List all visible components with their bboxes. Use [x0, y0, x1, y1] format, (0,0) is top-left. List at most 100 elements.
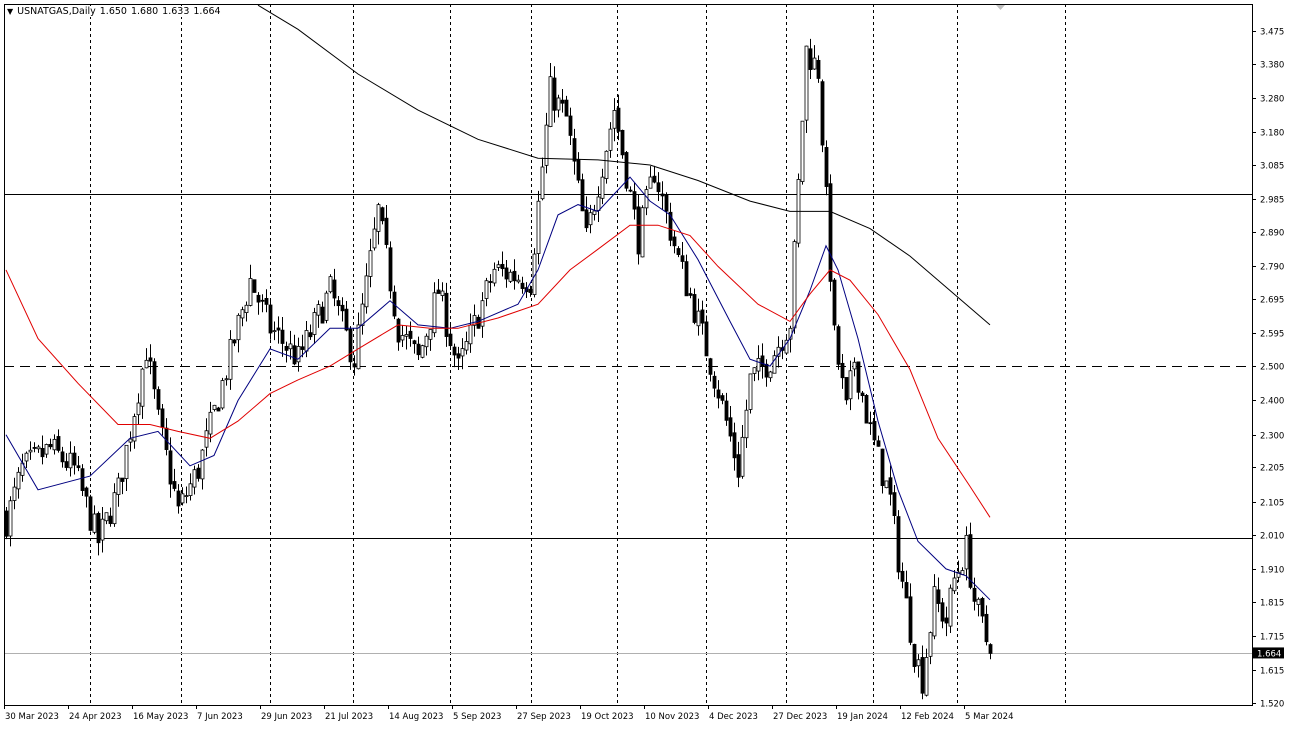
- candle-bull: [113, 493, 116, 524]
- price-chart[interactable]: 3.4753.3803.2803.1803.0852.9852.8902.790…: [0, 0, 1293, 729]
- candle-bull: [317, 305, 320, 316]
- candle-bull: [205, 431, 208, 447]
- candle-bull: [813, 58, 816, 69]
- candle-bear: [873, 421, 876, 440]
- candle-bull: [289, 344, 292, 349]
- candle-bull: [369, 251, 372, 277]
- candle-bear: [845, 377, 848, 399]
- candle-bear: [341, 305, 344, 310]
- candle-bull: [469, 325, 472, 344]
- candle-bull: [53, 439, 56, 449]
- candle-bear: [257, 295, 260, 302]
- candle-bear: [633, 192, 636, 210]
- candle-bull: [29, 450, 32, 452]
- candle-bull: [273, 331, 276, 332]
- candle-bear: [685, 262, 688, 296]
- candle-bull: [117, 478, 120, 494]
- ohlc-high: 1.680: [131, 6, 158, 17]
- candle-bear: [989, 645, 992, 654]
- candle-bear: [529, 289, 532, 292]
- y-tick-label: 3.380: [1260, 61, 1284, 71]
- candle-bear: [897, 517, 900, 572]
- y-tick-label: 1.910: [1260, 566, 1284, 576]
- candle-bull: [69, 453, 72, 468]
- chart-title: ▼ USNATGAS,Daily 1.650 1.680 1.633 1.664: [7, 6, 221, 17]
- candle-bull: [189, 484, 192, 496]
- candle-bear: [437, 290, 440, 294]
- candle-bear: [261, 300, 264, 301]
- candle-bull: [965, 535, 968, 569]
- candle-bear: [381, 208, 384, 221]
- y-tick-label: 2.300: [1260, 432, 1284, 442]
- candle-bull: [649, 177, 652, 188]
- candle-bear: [389, 248, 392, 291]
- candle-bear: [77, 466, 80, 468]
- candle-bear: [621, 130, 624, 154]
- candle-bear: [281, 330, 284, 343]
- x-tick-label: 10 Nov 2023: [645, 712, 699, 722]
- candle-bull: [541, 167, 544, 199]
- candle-bear: [413, 341, 416, 344]
- x-tick-label: 27 Sep 2023: [517, 712, 571, 722]
- candle-bull: [429, 330, 432, 340]
- x-tick-label: 24 Apr 2023: [69, 712, 122, 722]
- candle-bear: [945, 618, 948, 623]
- candle-bull: [493, 269, 496, 283]
- candle-bear: [253, 280, 256, 293]
- candle-bull: [697, 311, 700, 326]
- candle-bull: [801, 121, 804, 181]
- candle-bear: [5, 511, 8, 536]
- candle-bear: [197, 468, 200, 478]
- x-tick-label: 7 Jun 2023: [197, 712, 243, 722]
- y-tick-label: 2.985: [1260, 196, 1284, 206]
- candle-bull: [929, 633, 932, 657]
- candle-bull: [237, 315, 240, 339]
- candle-bull: [949, 588, 952, 626]
- candle-bear: [913, 644, 916, 666]
- candle-bear: [941, 603, 944, 621]
- candle-bull: [749, 374, 752, 410]
- candle-bear: [301, 347, 304, 350]
- candle-bear: [385, 218, 388, 244]
- candle-bear: [701, 310, 704, 323]
- candle-bull: [101, 519, 104, 540]
- candle-bull: [245, 305, 248, 312]
- candle-bear: [673, 237, 676, 246]
- candle-bear: [665, 194, 668, 211]
- ohlc-open: 1.650: [100, 6, 127, 17]
- y-tick-label: 2.010: [1260, 532, 1284, 542]
- candle-bear: [809, 49, 812, 70]
- candle-bull: [425, 336, 428, 346]
- candle-bear: [681, 256, 684, 262]
- candle-bear: [501, 264, 504, 268]
- candle-bull: [613, 110, 616, 128]
- candle-bull: [365, 276, 368, 307]
- candles-group: [5, 5, 992, 699]
- candle-bear: [909, 597, 912, 643]
- candle-bull: [377, 205, 380, 232]
- x-tick-label: 30 Mar 2023: [5, 712, 59, 722]
- candle-bear: [233, 340, 236, 343]
- candle-bear: [973, 588, 976, 601]
- x-tick-label: 27 Dec 2023: [773, 712, 827, 722]
- candle-bull: [485, 281, 488, 299]
- candle-bull: [805, 46, 808, 120]
- candle-bear: [565, 100, 568, 116]
- x-tick-label: 19 Jan 2024: [837, 712, 888, 722]
- candle-bull: [249, 278, 252, 305]
- candle-bear: [761, 356, 764, 366]
- candle-bear: [577, 160, 580, 180]
- chart-shift-marker-icon[interactable]: [996, 5, 1005, 10]
- candle-bull: [25, 453, 28, 461]
- candle-bull: [221, 381, 224, 408]
- candle-bear: [73, 453, 76, 465]
- candle-bear: [41, 448, 44, 456]
- x-tick-label: 16 May 2023: [133, 712, 188, 722]
- candle-bull: [549, 77, 552, 127]
- candle-bear: [265, 298, 268, 304]
- y-tick-label: 2.205: [1260, 464, 1284, 474]
- candle-bull: [181, 494, 184, 503]
- candle-bear: [521, 283, 524, 288]
- caret-down-icon[interactable]: ▼: [7, 7, 13, 16]
- candle-bear: [121, 478, 124, 481]
